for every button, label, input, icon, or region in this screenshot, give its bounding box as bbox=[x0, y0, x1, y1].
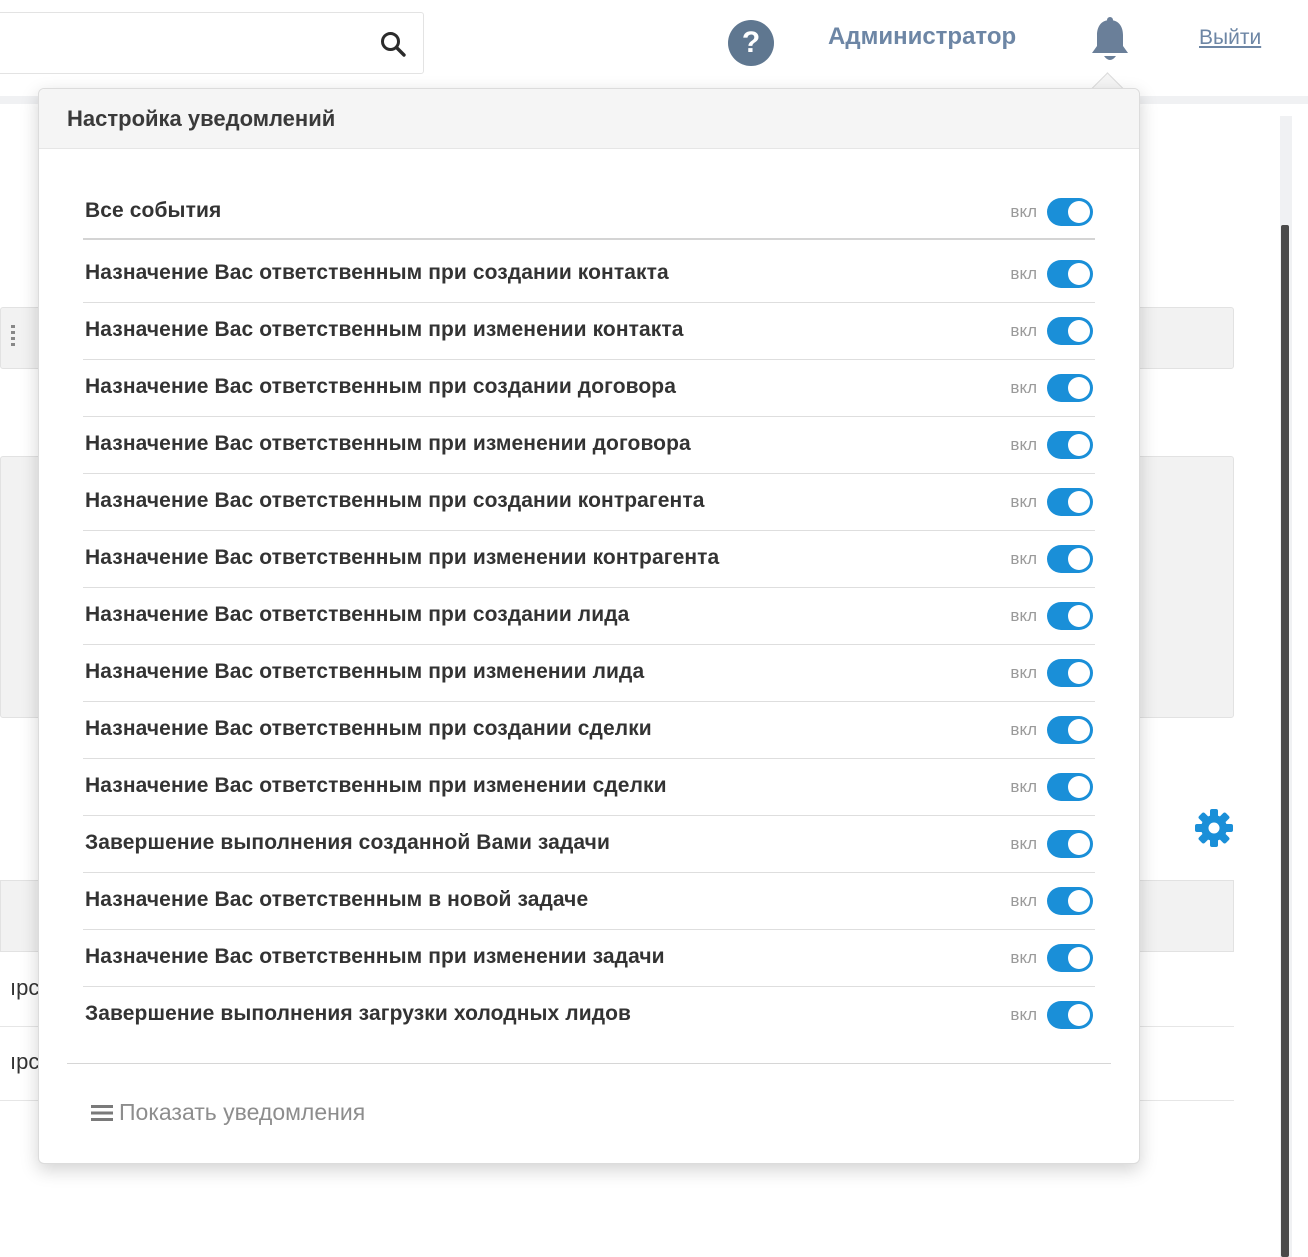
row-label: Назначение Вас ответственным при изменен… bbox=[85, 546, 720, 569]
toggle-knob bbox=[1068, 201, 1090, 223]
search-input[interactable] bbox=[0, 12, 424, 74]
row-label: Назначение Вас ответственным при создани… bbox=[85, 375, 676, 398]
toggle-knob bbox=[1068, 719, 1090, 741]
drag-handle-icon[interactable] bbox=[10, 323, 16, 349]
notification-list: Все события вкл Назначение Вас ответстве… bbox=[83, 184, 1095, 1044]
notification-row: Назначение Вас ответственным при создани… bbox=[83, 474, 1095, 531]
notification-toggle[interactable] bbox=[1047, 602, 1093, 630]
row-label: Завершение выполнения загрузки холодных … bbox=[85, 1002, 632, 1025]
show-notifications-link[interactable]: Показать уведомления bbox=[91, 1099, 365, 1126]
toggle-knob bbox=[1068, 491, 1090, 513]
toggle-knob bbox=[1068, 320, 1090, 342]
row-label: Назначение Вас ответственным при изменен… bbox=[85, 660, 645, 683]
toggle-knob bbox=[1068, 890, 1090, 912]
toggle-knob bbox=[1068, 662, 1090, 684]
row-label: Назначение Вас ответственным при создани… bbox=[85, 489, 705, 512]
all-events-row: Все события вкл bbox=[83, 184, 1095, 240]
user-name[interactable]: Администратор bbox=[828, 23, 1016, 51]
row-label: Назначение Вас ответственным при создани… bbox=[85, 717, 652, 740]
bell-icon[interactable] bbox=[1088, 16, 1132, 66]
notification-row: Назначение Вас ответственным при изменен… bbox=[83, 759, 1095, 816]
row-label: Назначение Вас ответственным при изменен… bbox=[85, 318, 684, 341]
all-events-toggle[interactable] bbox=[1047, 198, 1093, 226]
footer-divider bbox=[67, 1063, 1111, 1064]
toggle-knob bbox=[1068, 263, 1090, 285]
toggle-state-label: вкл bbox=[1010, 1005, 1037, 1024]
row-label: Все события bbox=[85, 199, 222, 222]
notification-toggle[interactable] bbox=[1047, 488, 1093, 516]
notification-row: Назначение Вас ответственным в новой зад… bbox=[83, 873, 1095, 930]
toggle-knob bbox=[1068, 833, 1090, 855]
page: ıрс ıрс ? Администратор Выйти Настройка … bbox=[0, 0, 1308, 1257]
notification-toggle[interactable] bbox=[1047, 317, 1093, 345]
menu-icon bbox=[91, 1105, 113, 1121]
row-label: Назначение Вас ответственным при создани… bbox=[85, 603, 630, 626]
notification-row: Завершение выполнения созданной Вами зад… bbox=[83, 816, 1095, 873]
toggle-knob bbox=[1068, 947, 1090, 969]
toggle-state-label: вкл bbox=[1010, 948, 1037, 967]
toggle-state-label: вкл bbox=[1010, 834, 1037, 853]
notification-toggle[interactable] bbox=[1047, 887, 1093, 915]
notification-toggle[interactable] bbox=[1047, 830, 1093, 858]
toggle-knob bbox=[1068, 605, 1090, 627]
popup-header: Настройка уведомлений bbox=[39, 89, 1139, 149]
gear-icon[interactable] bbox=[1192, 806, 1236, 850]
toggle-state-label: вкл bbox=[1010, 378, 1037, 397]
notification-row: Назначение Вас ответственным при изменен… bbox=[83, 930, 1095, 987]
search-icon[interactable] bbox=[379, 30, 407, 58]
row-label: Назначение Вас ответственным при создани… bbox=[85, 261, 669, 284]
notification-row: Назначение Вас ответственным при создани… bbox=[83, 246, 1095, 303]
toggle-state-label: вкл bbox=[1010, 606, 1037, 625]
notification-toggle[interactable] bbox=[1047, 944, 1093, 972]
toggle-state-label: вкл bbox=[1010, 435, 1037, 454]
toggle-knob bbox=[1068, 776, 1090, 798]
notification-toggle[interactable] bbox=[1047, 260, 1093, 288]
notification-toggle[interactable] bbox=[1047, 431, 1093, 459]
notification-toggle[interactable] bbox=[1047, 716, 1093, 744]
toggle-knob bbox=[1068, 548, 1090, 570]
notification-row: Назначение Вас ответственным при изменен… bbox=[83, 417, 1095, 474]
toggle-state-label: вкл bbox=[1010, 202, 1037, 221]
table-cell-text: ıрс bbox=[10, 1049, 40, 1074]
row-label: Назначение Вас ответственным при изменен… bbox=[85, 945, 665, 968]
notification-row: Завершение выполнения загрузки холодных … bbox=[83, 987, 1095, 1044]
notification-toggle[interactable] bbox=[1047, 1001, 1093, 1029]
toggle-knob bbox=[1068, 377, 1090, 399]
notification-row: Назначение Вас ответственным при создани… bbox=[83, 588, 1095, 645]
notification-row: Назначение Вас ответственным при изменен… bbox=[83, 303, 1095, 360]
help-icon[interactable]: ? bbox=[728, 20, 774, 66]
toggle-state-label: вкл bbox=[1010, 549, 1037, 568]
table-cell-text: ıрс bbox=[10, 975, 40, 1000]
toggle-state-label: вкл bbox=[1010, 492, 1037, 511]
notification-row: Назначение Вас ответственным при создани… bbox=[83, 702, 1095, 759]
toggle-state-label: вкл bbox=[1010, 663, 1037, 682]
notification-toggle[interactable] bbox=[1047, 374, 1093, 402]
row-label: Завершение выполнения созданной Вами зад… bbox=[85, 831, 610, 854]
row-label: Назначение Вас ответственным при изменен… bbox=[85, 774, 667, 797]
notification-toggle[interactable] bbox=[1047, 545, 1093, 573]
row-label: Назначение Вас ответственным при изменен… bbox=[85, 432, 691, 455]
notification-row: Назначение Вас ответственным при изменен… bbox=[83, 531, 1095, 588]
toggle-knob bbox=[1068, 434, 1090, 456]
logout-link[interactable]: Выйти bbox=[1199, 26, 1261, 50]
row-label: Назначение Вас ответственным в новой зад… bbox=[85, 888, 589, 911]
toggle-state-label: вкл bbox=[1010, 891, 1037, 910]
show-notifications-label: Показать уведомления bbox=[119, 1099, 366, 1125]
notification-toggle[interactable] bbox=[1047, 659, 1093, 687]
notification-row: Назначение Вас ответственным при создани… bbox=[83, 360, 1095, 417]
notification-settings-popup: Настройка уведомлений Все события вкл На… bbox=[38, 88, 1140, 1164]
toggle-knob bbox=[1068, 1004, 1090, 1026]
notification-toggle[interactable] bbox=[1047, 773, 1093, 801]
popup-title: Настройка уведомлений bbox=[67, 106, 336, 131]
toggle-state-label: вкл bbox=[1010, 321, 1037, 340]
toggle-state-label: вкл bbox=[1010, 264, 1037, 283]
toggle-state-label: вкл bbox=[1010, 777, 1037, 796]
scrollbar[interactable] bbox=[1281, 225, 1289, 1257]
toggle-state-label: вкл bbox=[1010, 720, 1037, 739]
notification-row: Назначение Вас ответственным при изменен… bbox=[83, 645, 1095, 702]
